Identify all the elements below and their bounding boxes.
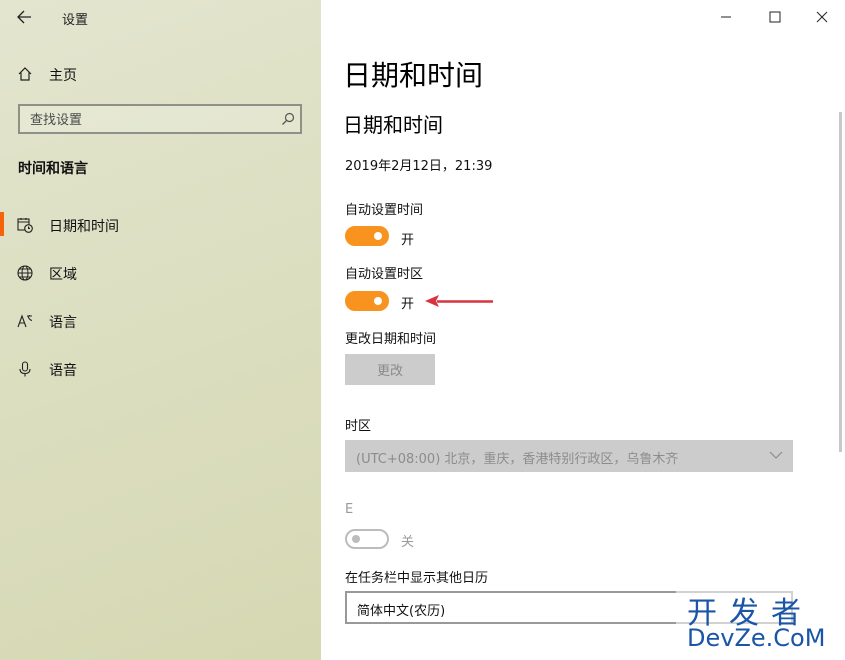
sidebar-item-datetime[interactable]: 日期和时间 (0, 205, 321, 245)
back-button[interactable] (14, 6, 38, 28)
taskbar-calendar-label: 在任务栏中显示其他日历 (345, 571, 489, 586)
search-input[interactable] (28, 110, 272, 130)
timezone-value: (UTC+08:00) 北京，重庆，香港特别行政区，乌鲁木齐 (356, 452, 679, 467)
settings-window: 设置 主页 时间和语言 日期和时间 (0, 0, 845, 660)
dst-label: E (345, 502, 354, 517)
app-title: 设置 (62, 13, 89, 28)
sidebar-item-label: 语音 (49, 363, 77, 379)
home-icon (18, 67, 32, 81)
auto-timezone-state: 开 (401, 297, 415, 312)
maximize-button[interactable] (761, 4, 789, 30)
maximize-icon (769, 11, 781, 23)
toggle-knob (374, 297, 382, 305)
dst-state: 关 (401, 535, 415, 550)
minimize-icon (721, 16, 731, 18)
sidebar-item-label: 语言 (49, 315, 77, 331)
scrollbar[interactable] (839, 112, 842, 452)
search-box[interactable] (18, 104, 302, 134)
watermark-en: DevZe.CoM (687, 624, 826, 652)
change-datetime-button[interactable]: 更改 (345, 354, 435, 385)
page-title: 日期和时间 (343, 59, 484, 92)
search-icon[interactable] (280, 111, 296, 127)
sidebar: 设置 主页 时间和语言 日期和时间 (0, 0, 321, 660)
sidebar-item-label: 日期和时间 (49, 219, 119, 235)
globe-icon (17, 265, 33, 281)
change-datetime-label: 更改日期和时间 (345, 332, 437, 347)
calendar-clock-icon (17, 218, 33, 233)
timezone-label: 时区 (345, 419, 372, 434)
sidebar-item-language[interactable]: 语言 (0, 301, 321, 341)
sidebar-item-speech[interactable]: 语音 (0, 349, 321, 389)
auto-timezone-label: 自动设置时区 (345, 267, 424, 282)
sidebar-item-label: 区域 (49, 267, 77, 283)
current-datetime: 2019年2月12日，21:39 (345, 159, 493, 174)
main-content: 日期和时间 日期和时间 2019年2月12日，21:39 自动设置时间 开 自动… (321, 0, 845, 660)
toggle-knob (374, 232, 382, 240)
taskbar-calendar-value: 简体中文(农历) (357, 604, 446, 619)
microphone-icon (19, 361, 31, 377)
language-icon (17, 314, 33, 328)
toggle-knob (352, 535, 360, 543)
close-icon (816, 11, 828, 23)
timezone-dropdown[interactable]: (UTC+08:00) 北京，重庆，香港特别行政区，乌鲁木齐 (345, 440, 793, 472)
auto-time-toggle[interactable] (345, 226, 389, 246)
watermark: 开发者 DevZe.CoM (676, 588, 844, 658)
nav-home-label: 主页 (49, 68, 77, 84)
dst-toggle[interactable] (345, 529, 389, 549)
auto-time-label: 自动设置时间 (345, 203, 424, 218)
sidebar-section-title: 时间和语言 (18, 161, 88, 177)
close-button[interactable] (808, 4, 836, 30)
sidebar-item-region[interactable]: 区域 (0, 253, 321, 293)
annotation-arrow-icon (425, 295, 493, 307)
minimize-button[interactable] (712, 4, 740, 30)
auto-timezone-toggle[interactable] (345, 291, 389, 311)
chevron-down-icon (769, 451, 783, 459)
section-title: 日期和时间 (343, 113, 443, 137)
auto-time-state: 开 (401, 233, 415, 248)
back-arrow-icon (17, 10, 31, 24)
nav-home[interactable]: 主页 (0, 54, 321, 94)
